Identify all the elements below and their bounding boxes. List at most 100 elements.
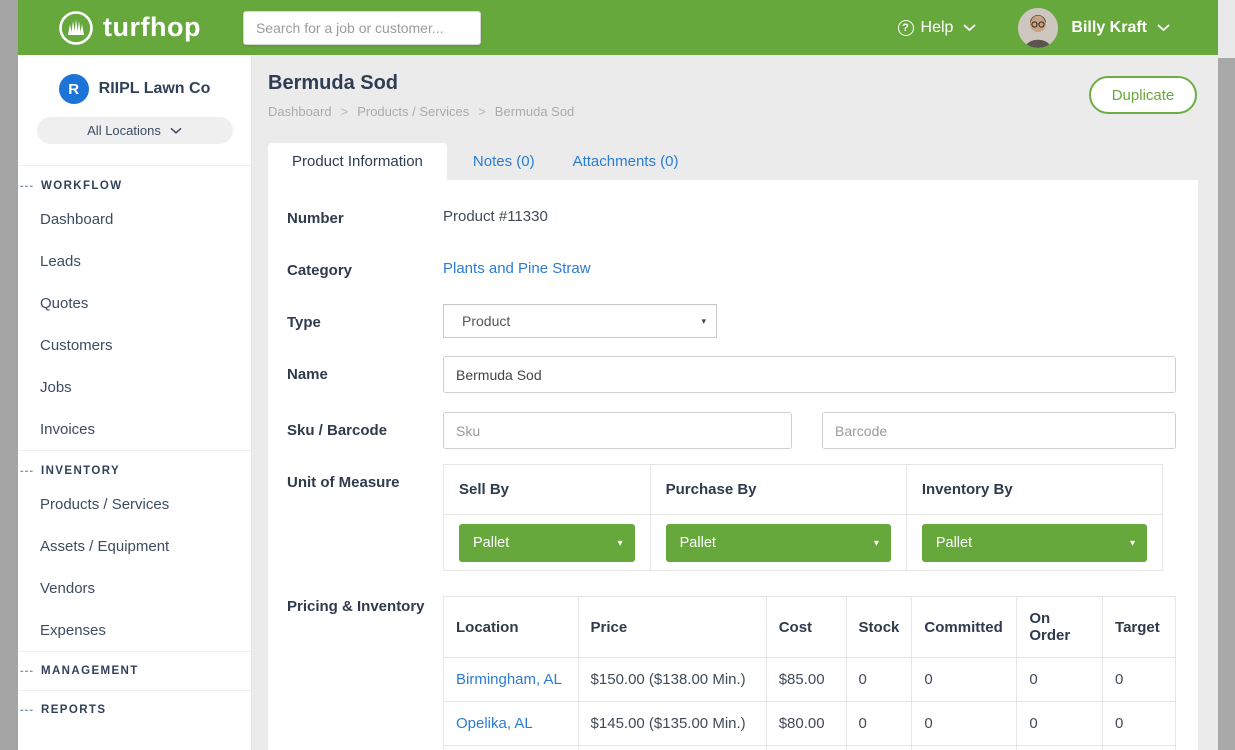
unit-of-measure-table: Sell ByPurchase ByInventory By Pallet▾Pa… [443, 464, 1163, 571]
sidebar-section-label: MANAGEMENT [41, 665, 139, 677]
barcode-input[interactable] [822, 412, 1176, 449]
pricing-cell: 0 [912, 702, 1017, 746]
grass-logo-icon [58, 10, 94, 46]
type-row: Type Product ▾ [287, 304, 1198, 338]
breadcrumb-bermuda-sod: Bermuda Sod [495, 104, 575, 119]
pricing-column-location: Location [444, 597, 579, 658]
uom-cell-purchase-by: Pallet▾ [650, 515, 906, 571]
user-menu[interactable]: Billy Kraft [1071, 19, 1170, 37]
pricing-cell: $80.00 [766, 702, 846, 746]
breadcrumb-dashboard[interactable]: Dashboard [268, 104, 332, 119]
sku-barcode-label: Sku / Barcode [287, 412, 443, 443]
page-title: Bermuda Sod [268, 72, 398, 95]
tab-attachments-0[interactable]: Attachments (0) [557, 143, 695, 180]
pricing-cell: $145.00 ($135.00 Min.) [578, 702, 766, 746]
uom-dropdown-inventory-by[interactable]: Pallet ▾ [922, 524, 1147, 562]
triple-dash-icon: --- [20, 704, 34, 716]
breadcrumb: Dashboard>Products / Services>Bermuda So… [268, 104, 574, 119]
chevron-down-icon [170, 127, 182, 135]
pricing-inventory-label: Pricing & Inventory [287, 596, 443, 619]
help-label: Help [921, 19, 954, 37]
pricing-column-cost: Cost [766, 597, 846, 658]
sidebar-item-assets-equipment[interactable]: Assets / Equipment [18, 525, 251, 567]
uom-column-sell-by: Sell By [444, 465, 651, 515]
brand-logo[interactable]: turfhop [58, 10, 201, 46]
location-link-birmingham-al[interactable]: Birmingham, AL [444, 658, 579, 702]
uom-column-inventory-by: Inventory By [906, 465, 1162, 515]
sidebar-item-leads[interactable]: Leads [18, 240, 251, 282]
sidebar-section-workflow: ---WORKFLOWDashboardLeadsQuotesCustomers… [18, 165, 251, 450]
category-row: Category Plants and Pine Straw [287, 260, 1198, 283]
vertical-scrollbar[interactable] [1218, 0, 1235, 750]
sku-barcode-row: Sku / Barcode [287, 412, 1198, 449]
type-label: Type [287, 304, 443, 335]
pricing-cell [766, 746, 846, 750]
sidebar-section-header-reports[interactable]: ---REPORTS [18, 691, 251, 729]
top-navigation-bar: turfhop ? Help Billy Kraft [18, 0, 1218, 55]
pricing-column-target: Target [1103, 597, 1176, 658]
sidebar-item-products-services[interactable]: Products / Services [18, 483, 251, 525]
pricing-column-on-order: On Order [1017, 597, 1103, 658]
scrollbar-thumb[interactable] [1218, 58, 1235, 750]
number-row: Number Product #11330 [287, 208, 1198, 231]
pricing-row-birmingham-al: Birmingham, AL$150.00 ($138.00 Min.)$85.… [444, 658, 1176, 702]
sidebar-section-header-management[interactable]: --- MANAGEMENT [18, 652, 251, 690]
user-avatar[interactable] [1018, 8, 1058, 48]
unit-of-measure-row: Unit of Measure Sell ByPurchase ByInvent… [287, 464, 1198, 571]
sidebar-item-dashboard[interactable]: Dashboard [18, 198, 251, 240]
sidebar-section-management: --- MANAGEMENT [18, 651, 251, 690]
sidebar-item-quotes[interactable]: Quotes [18, 282, 251, 324]
tab-bar: Product Information Notes (0)Attachments … [268, 143, 700, 180]
sidebar-section-inventory: ---INVENTORYProducts / ServicesAssets / … [18, 450, 251, 651]
sidebar-item-invoices[interactable]: Invoices [18, 408, 251, 450]
company-name: RIIPL Lawn Co [99, 80, 211, 98]
app-viewport: turfhop ? Help Billy Kraft [0, 0, 1235, 750]
pricing-cell: $85.00 [766, 658, 846, 702]
search-input[interactable] [243, 11, 481, 45]
sidebar-item-customers[interactable]: Customers [18, 324, 251, 366]
number-value: Product #11330 [443, 208, 548, 225]
category-link[interactable]: Plants and Pine Straw [443, 260, 591, 277]
company-logo: R [59, 74, 89, 104]
tab-notes-0[interactable]: Notes (0) [457, 143, 551, 180]
uom-dropdown-purchase-by[interactable]: Pallet▾ [666, 524, 891, 562]
help-menu[interactable]: ? Help [898, 19, 977, 37]
pricing-column-price: Price [578, 597, 766, 658]
tab-product-information[interactable]: Product Information [268, 143, 447, 180]
duplicate-button[interactable]: Duplicate [1089, 76, 1197, 114]
breadcrumb-separator: > [341, 104, 349, 119]
sku-input[interactable] [443, 412, 792, 449]
pricing-cell: 0 [1017, 702, 1103, 746]
caret-down-icon: ▾ [1130, 538, 1135, 549]
sidebar-section-header-inventory[interactable]: ---INVENTORY [18, 451, 251, 483]
uom-dropdown-value: Pallet [936, 535, 972, 551]
sidebar-item-vendors[interactable]: Vendors [18, 567, 251, 609]
pricing-cell [1017, 746, 1103, 750]
pricing-cell: 0 [1103, 702, 1176, 746]
sidebar-item-expenses[interactable]: Expenses [18, 609, 251, 651]
breadcrumb-products-services[interactable]: Products / Services [357, 104, 469, 119]
uom-dropdown-sell-by[interactable]: Pallet▾ [459, 524, 635, 562]
pricing-row-partial [444, 746, 1176, 750]
sidebar-item-jobs[interactable]: Jobs [18, 366, 251, 408]
location-link-opelika-al[interactable]: Opelika, AL [444, 702, 579, 746]
pricing-cell [912, 746, 1017, 750]
main-content: Bermuda Sod Dashboard > Products / Service… [252, 55, 1218, 750]
sidebar-section-header-workflow[interactable]: ---WORKFLOW [18, 166, 251, 198]
uom-cell-inventory-by: Pallet ▾ [906, 515, 1162, 571]
uom-cell-sell-by: Pallet▾ [444, 515, 651, 571]
pricing-inventory-row: Pricing & Inventory LocationPriceCostSto… [287, 596, 1198, 750]
type-select[interactable]: Product ▾ [443, 304, 717, 338]
unit-of-measure-label: Unit of Measure [287, 464, 443, 495]
category-label: Category [287, 260, 443, 283]
name-input[interactable] [443, 356, 1176, 393]
triple-dash-icon: --- [20, 665, 34, 677]
uom-dropdown-value: Pallet [680, 535, 716, 551]
location-filter-dropdown[interactable]: All Locations [37, 117, 233, 144]
product-information-panel: Number Product #11330 Category Plants an… [268, 180, 1198, 750]
company-account[interactable]: R RIIPL Lawn Co [18, 74, 251, 104]
pricing-cell: 0 [912, 658, 1017, 702]
pricing-cell: 0 [1017, 658, 1103, 702]
triple-dash-icon: --- [20, 465, 34, 477]
caret-down-icon: ▾ [618, 538, 623, 549]
